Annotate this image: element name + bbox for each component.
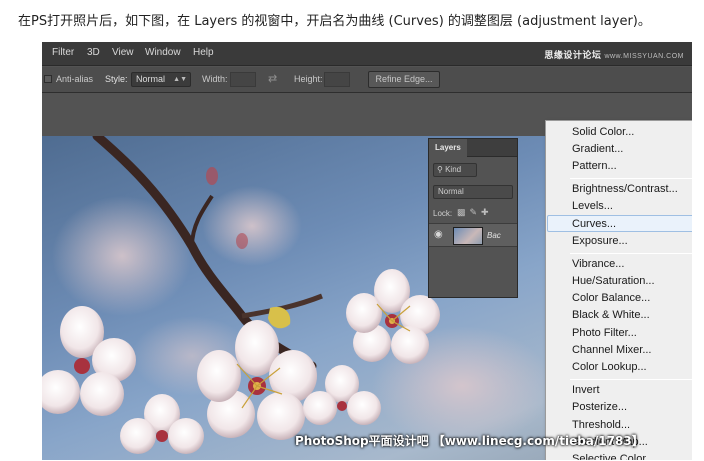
menu-item-invert[interactable]: Invert [546,382,692,399]
layers-panel: Layers ⚲ Kind Normal Lock: ▩✎✚ ◉ Bac [428,138,518,298]
menu-item-levels[interactable]: Levels... [546,198,692,215]
menu-help[interactable]: Help [193,47,214,58]
menu-item-curves[interactable]: Curves... [547,215,692,232]
select-arrows-icon: ▲▼ [173,76,187,83]
antialias-checkbox[interactable] [44,75,52,83]
refine-edge-button[interactable]: Refine Edge... [368,71,440,88]
watermark-logo: 思缘设计论坛 www.MISSYUAN.COM [544,48,684,61]
options-bar: Anti-alias Style: Normal ▲▼ Width: ⇄ Hei… [42,67,692,93]
menu-item-exposure[interactable]: Exposure... [546,233,692,250]
menu-separator [570,379,692,380]
style-select[interactable]: Normal ▲▼ [131,72,191,87]
adjustment-layer-menu: Solid Color... Gradient... Pattern... Br… [545,120,692,460]
menu-item-vibrance[interactable]: Vibrance... [546,256,692,273]
kind-label: Kind [445,165,462,174]
watermark-title: 思缘设计论坛 [544,50,602,60]
blend-mode-select[interactable]: Normal [433,185,513,199]
watermark-bottom: PhotoShop平面设计吧 【www.linecg.com/tieba/178… [295,434,644,448]
layer-row-background[interactable]: ◉ Bac [429,223,517,247]
watermark-site: www.MISSYUAN.COM [604,53,684,60]
menu-item-gradient[interactable]: Gradient... [546,141,692,158]
menu-3d[interactable]: 3D [87,47,100,58]
height-label: Height: [294,74,323,84]
style-label: Style: [105,74,128,84]
height-input[interactable] [324,72,350,87]
layer-thumbnail [453,227,483,245]
menu-window[interactable]: Window [145,47,181,58]
menu-item-brightness-contrast[interactable]: Brightness/Contrast... [546,181,692,198]
caption-text: 在PS打开照片后，如下图，在 Layers 的视窗中，开启名为曲线 (Curve… [18,14,651,29]
menu-filter[interactable]: Filter [52,47,74,58]
kind-filter[interactable]: ⚲ Kind [433,163,477,177]
swap-icon[interactable]: ⇄ [268,72,277,85]
antialias-label: Anti-alias [56,74,94,84]
photoshop-window: Filter 3D View Window Help 思缘设计论坛 www.MIS… [42,42,692,460]
layer-name: Bac [487,231,501,240]
menu-separator [570,253,692,254]
menu-item-pattern[interactable]: Pattern... [546,158,692,175]
menu-bar: Filter 3D View Window Help 思缘设计论坛 www.MIS… [42,42,692,66]
menu-item-color-lookup[interactable]: Color Lookup... [546,359,692,376]
menu-item-hue-saturation[interactable]: Hue/Saturation... [546,273,692,290]
menu-item-black-white[interactable]: Black & White... [546,307,692,324]
menu-item-color-balance[interactable]: Color Balance... [546,290,692,307]
style-value: Normal [136,74,166,84]
lock-label: Lock: [433,209,453,218]
menu-item-channel-mixer[interactable]: Channel Mixer... [546,342,692,359]
menu-item-photo-filter[interactable]: Photo Filter... [546,325,692,342]
menu-separator [570,178,692,179]
width-label: Width: [202,74,228,84]
search-icon: ⚲ [437,165,443,174]
eye-icon[interactable]: ◉ [434,229,443,240]
lock-options-icons[interactable]: ▩✎✚ [457,207,493,218]
layers-tab-row: Layers [429,139,517,157]
menu-item-solid-color[interactable]: Solid Color... [546,124,692,141]
width-input[interactable] [230,72,256,87]
menu-item-selective-color[interactable]: Selective Color... [546,451,692,460]
menu-view[interactable]: View [112,47,134,58]
menu-item-posterize[interactable]: Posterize... [546,399,692,416]
layers-tab[interactable]: Layers [429,139,467,157]
